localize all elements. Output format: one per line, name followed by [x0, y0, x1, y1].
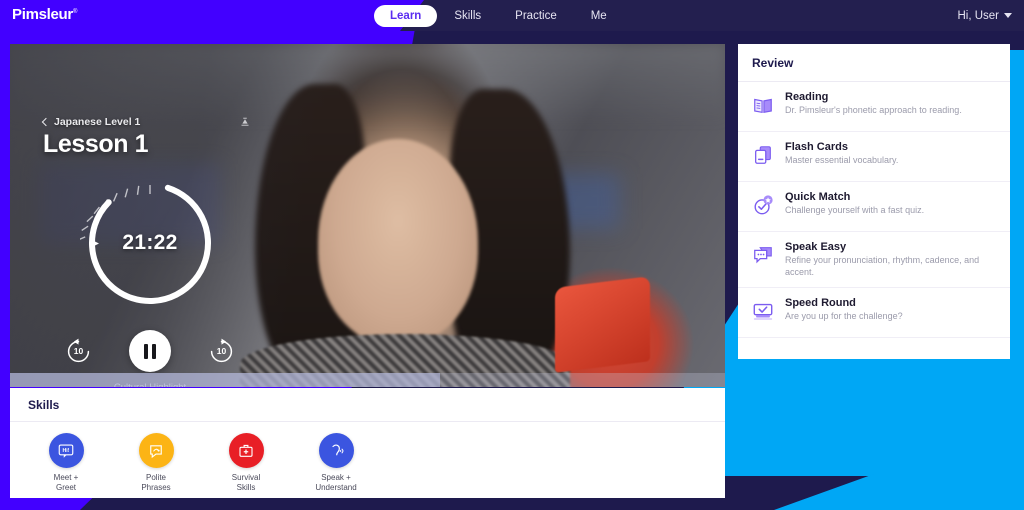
review-text-quick-match: Quick Match Challenge yourself with a fa…: [785, 191, 996, 217]
skill-label-line2: Understand: [315, 483, 357, 492]
ear-listening-icon: [332, 444, 344, 455]
review-item-flash-cards[interactable]: Flash Cards Master essential vocabulary.: [738, 132, 1010, 182]
skill-label-line1: Survival: [231, 473, 261, 482]
speech-bubble-hi-icon: Hi!: [58, 443, 74, 458]
skill-item-speak-understand[interactable]: Speak + Understand: [302, 433, 370, 493]
open-book-icon: [754, 98, 772, 114]
nav-item-learn[interactable]: Learn: [374, 4, 438, 27]
user-greeting-label: Hi, User: [957, 9, 999, 22]
review-item-speak-easy[interactable]: Speak Easy Refine your pronunciation, rh…: [738, 232, 1010, 288]
review-text-speed-round: Speed Round Are you up for the challenge…: [785, 297, 996, 323]
review-title-reading: Reading: [785, 91, 829, 103]
skill-circle-speak-understand: [318, 433, 354, 468]
brand-logo[interactable]: Pimsleur®: [12, 6, 77, 23]
review-panel: Review Reading Dr. Pimsleur's phonetic a…: [738, 44, 1010, 359]
review-item-quick-match[interactable]: Quick Match Challenge yourself with a fa…: [738, 182, 1010, 232]
first-aid-kit-icon: [239, 444, 253, 457]
skill-label-line1: Polite: [145, 473, 166, 482]
card-stack-icon: [755, 146, 771, 164]
review-title-speed-round: Speed Round: [785, 297, 856, 309]
skill-item-polite-phrases[interactable]: Polite Phrases: [122, 433, 190, 493]
waving-hand-icon: [150, 444, 162, 458]
skills-heading: Skills: [10, 388, 725, 422]
review-desc-reading: Dr. Pimsleur's phonetic approach to read…: [785, 105, 962, 115]
player-progress-bar[interactable]: [10, 373, 725, 387]
svg-text:Hi!: Hi!: [63, 448, 70, 454]
user-menu[interactable]: Hi, User: [957, 0, 1012, 31]
skills-list: Hi! Meet + Greet Polite Phrases Survival…: [10, 422, 725, 493]
skip-forward-10-button[interactable]: 10: [208, 338, 235, 365]
review-item-speed-round[interactable]: Speed Round Are you up for the challenge…: [738, 288, 1010, 338]
main-nav: Learn Skills Practice Me: [374, 0, 624, 31]
skill-label-line2: Skills: [236, 483, 256, 492]
skill-label-line2: Phrases: [141, 483, 171, 492]
nav-item-skills[interactable]: Skills: [437, 5, 498, 27]
player-transport-controls: 10 10: [65, 329, 235, 373]
app-root: Pimsleur® Learn Skills Practice Me Hi, U…: [0, 0, 1024, 510]
chevron-down-icon: [1004, 13, 1012, 18]
skills-card: Skills Hi! Meet + Greet Polite Phrases S…: [10, 388, 725, 498]
review-text-flash-cards: Flash Cards Master essential vocabulary.: [785, 141, 996, 167]
skill-item-survival-skills[interactable]: Survival Skills: [212, 433, 280, 493]
review-title-flash-cards: Flash Cards: [785, 141, 848, 153]
chevron-left-icon: [41, 117, 51, 127]
skill-label-meet-greet: Meet + Greet: [54, 473, 79, 493]
player-progress-fill: [10, 373, 440, 387]
review-text-speak-easy: Speak Easy Refine your pronunciation, rh…: [785, 241, 996, 278]
skill-label-survival-skills: Survival Skills: [232, 473, 260, 493]
pause-bar-right: [152, 343, 156, 359]
review-desc-flash-cards: Master essential vocabulary.: [785, 155, 899, 165]
skill-item-meet-greet[interactable]: Hi! Meet + Greet: [32, 433, 100, 493]
review-text-reading: Reading Dr. Pimsleur's phonetic approach…: [785, 91, 996, 117]
lesson-timer-dial: 21:22: [78, 173, 220, 313]
pause-bar-left: [144, 343, 148, 359]
monitor-check-icon: [753, 303, 773, 320]
nav-item-me[interactable]: Me: [574, 5, 624, 27]
pause-button[interactable]: [129, 330, 171, 372]
speech-bubbles-icon: [754, 247, 772, 264]
check-circle-star-icon: [754, 195, 773, 215]
review-item-reading[interactable]: Reading Dr. Pimsleur's phonetic approach…: [738, 82, 1010, 132]
skip-back-label: 10: [73, 346, 84, 356]
skill-label-line1: Meet +: [53, 473, 79, 482]
skill-circle-polite-phrases: [138, 433, 174, 468]
lesson-player-card[interactable]: Japanese Level 1 Lesson 1 21:22 10 10: [10, 44, 725, 387]
breadcrumb-label: Japanese Level 1: [54, 116, 141, 128]
review-heading: Review: [738, 44, 1010, 82]
registered-trademark-icon: ®: [72, 9, 78, 15]
review-desc-quick-match: Challenge yourself with a fast quiz.: [785, 205, 925, 215]
skip-back-10-button[interactable]: 10: [65, 338, 92, 365]
breadcrumb-back-to-course[interactable]: Japanese Level 1: [41, 116, 141, 128]
top-navigation-bar: Pimsleur® Learn Skills Practice Me Hi, U…: [0, 0, 1024, 31]
review-desc-speed-round: Are you up for the challenge?: [785, 311, 903, 321]
skill-label-speak-understand: Speak + Understand: [315, 473, 356, 493]
skill-label-line1: Speak +: [321, 473, 351, 482]
review-desc-speak-easy: Refine your pronunciation, rhythm, caden…: [785, 255, 980, 277]
skill-label-line2: Greet: [55, 483, 76, 492]
lesson-title: Lesson 1: [43, 130, 149, 158]
review-title-quick-match: Quick Match: [785, 191, 851, 203]
review-title-speak-easy: Speak Easy: [785, 241, 847, 253]
download-icon[interactable]: [238, 116, 252, 130]
skill-label-polite-phrases: Polite Phrases: [141, 473, 170, 493]
skill-circle-survival-skills: [228, 433, 264, 468]
lesson-time-remaining: 21:22: [122, 231, 178, 254]
skill-circle-meet-greet: Hi!: [48, 433, 84, 468]
brand-logo-text: Pimsleur: [12, 6, 73, 23]
nav-item-practice[interactable]: Practice: [498, 5, 574, 27]
skip-forward-label: 10: [216, 346, 227, 356]
